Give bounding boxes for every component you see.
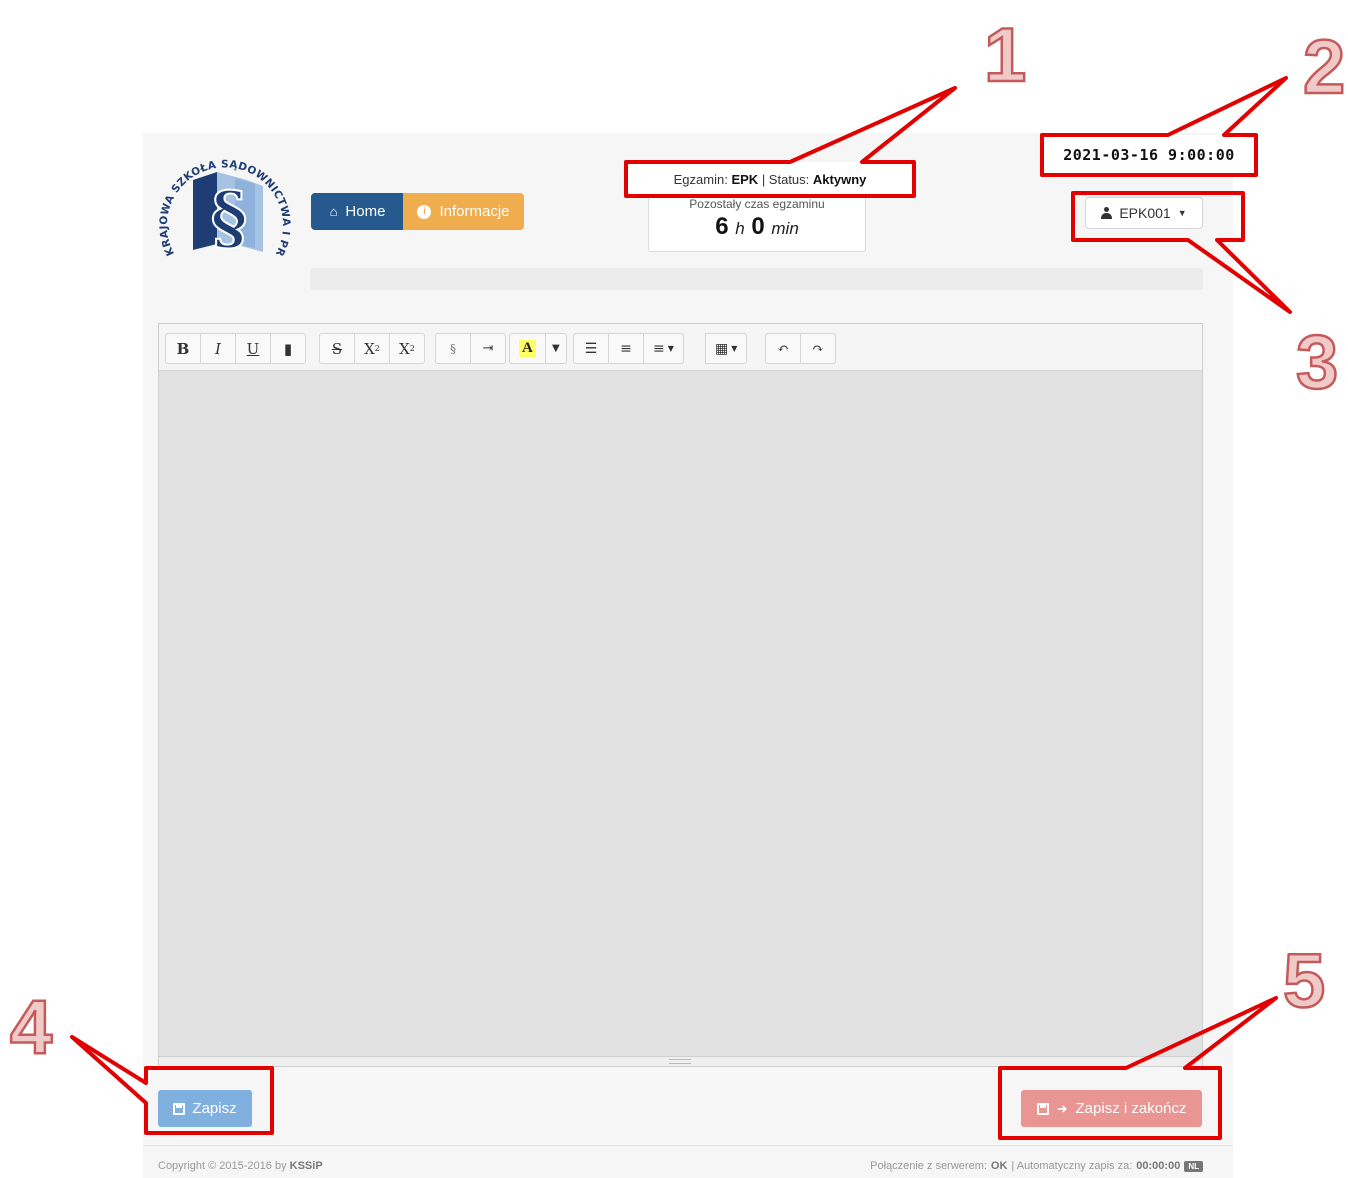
text-editor: B I U ▮ S X2 X2 § ⇥ A ▼ ☰ ≡ ≡ ▼ ▦ ▼ ↶ ↷ <box>158 323 1203 1067</box>
table-button[interactable]: ▦ ▼ <box>705 333 748 364</box>
highlight-group: A ▼ <box>509 333 567 364</box>
exam-label: Egzamin: <box>673 171 728 187</box>
subscript-x: X <box>399 339 410 358</box>
user-name: EPK001 <box>1119 205 1171 221</box>
connection-status: OK <box>990 1160 1008 1172</box>
server-datetime: 2021-03-16 9:00:00 <box>1042 135 1256 175</box>
save-and-finish-label: Zapisz i zakończ <box>1075 1100 1187 1117</box>
annotation-number-1: 1 <box>983 13 1028 98</box>
home-button-label: Home <box>345 203 386 220</box>
numbered-list-button[interactable]: ≡ <box>608 333 644 364</box>
status-label: | Status: <box>761 171 810 187</box>
caret-down-icon: ▼ <box>731 344 738 353</box>
save-and-finish-button[interactable]: ➜ Zapisz i zakończ <box>1021 1090 1202 1127</box>
bullet-list-button[interactable]: ☰ <box>573 333 609 364</box>
copyright-text: Copyright © 2015-2016 by <box>158 1160 287 1172</box>
table-icon: ▦ <box>715 340 729 357</box>
script-group: S X2 X2 <box>319 333 425 364</box>
bullet-list-icon: ☰ <box>584 340 598 357</box>
timer-minutes: 0 <box>751 213 765 240</box>
caret-down-icon: ▼ <box>551 343 560 354</box>
redo-button[interactable]: ↷ <box>800 333 836 364</box>
highlight-button[interactable]: A <box>509 333 546 364</box>
highlight-dropdown-button[interactable]: ▼ <box>544 333 567 364</box>
user-menu-button[interactable]: EPK001 ▼ <box>1085 197 1203 229</box>
footer-connection-status: Połączenie z serwerem: OK | Automatyczny… <box>870 1160 1203 1172</box>
home-button[interactable]: ⌂ Home <box>311 193 404 230</box>
annotation-number-2: 2 <box>1302 25 1347 110</box>
screen: KRAJOWA SZKOŁA SĄDOWNICTWA I PROKURATURY… <box>0 0 1348 1178</box>
info-button-label: Informacje <box>439 203 510 220</box>
progress-bar <box>310 268 1203 290</box>
user-icon <box>1101 207 1113 219</box>
autosave-label: | Automatyczny zapis za: <box>1011 1160 1133 1172</box>
footer-copyright: Copyright © 2015-2016 by KSSiP <box>158 1160 323 1172</box>
caret-down-icon: ▼ <box>1177 208 1187 218</box>
paragraph-button[interactable]: § <box>435 333 471 364</box>
eraser-icon: ▮ <box>283 339 293 358</box>
timer-minutes-unit: min <box>771 219 799 238</box>
exam-status: Egzamin: EPK | Status: Aktywny <box>626 162 914 196</box>
copyright-owner: KSSiP <box>289 1160 323 1172</box>
italic-button[interactable]: I <box>200 333 236 364</box>
autosave-time: 00:00:00 <box>1136 1160 1181 1172</box>
info-button[interactable]: i Informacje <box>403 193 524 230</box>
kssip-logo: KRAJOWA SZKOŁA SĄDOWNICTWA I PROKURATURY… <box>155 140 292 260</box>
superscript-button[interactable]: X2 <box>354 333 390 364</box>
timer-label: Pozostały czas egzaminu <box>689 197 825 211</box>
underline-button[interactable]: U <box>235 333 271 364</box>
format-group: B I U ▮ <box>165 333 306 364</box>
align-icon: ≡ <box>653 340 665 357</box>
annotation-number-4: 4 <box>9 985 54 1070</box>
save-button-label: Zapisz <box>192 1100 237 1117</box>
numbered-list-icon: ≡ <box>620 340 632 357</box>
eraser-button[interactable]: ▮ <box>270 333 306 364</box>
timer-value: 6 h 0 min <box>649 213 865 241</box>
editor-content-area[interactable] <box>159 371 1202 1058</box>
status-value: Aktywny <box>812 171 867 187</box>
exam-name: EPK <box>731 171 759 187</box>
strikethrough-button[interactable]: S <box>319 333 355 364</box>
redo-icon: ↷ <box>812 340 824 357</box>
exam-timer: Pozostały czas egzaminu 6 h 0 min <box>648 188 866 252</box>
floppy-disk-icon <box>1036 1102 1049 1115</box>
floppy-disk-icon <box>173 1102 186 1115</box>
annotation-number-5: 5 <box>1282 939 1327 1024</box>
table-group: ▦ ▼ <box>705 333 748 364</box>
editor-toolbar: B I U ▮ S X2 X2 § ⇥ A ▼ ☰ ≡ ≡ ▼ ▦ ▼ ↶ ↷ <box>159 324 1202 371</box>
timer-hours-unit: h <box>735 219 745 238</box>
superscript-x: X <box>364 339 375 358</box>
timer-hours: 6 <box>715 213 729 240</box>
logo-paragraph-symbol: § <box>211 176 248 259</box>
bold-button[interactable]: B <box>165 333 201 364</box>
log-out-icon: ➜ <box>1056 1100 1068 1116</box>
annotation-number-3: 3 <box>1295 320 1340 405</box>
info-icon: i <box>417 204 432 219</box>
language-badge: NL <box>1184 1160 1203 1172</box>
align-button[interactable]: ≡ ▼ <box>643 333 684 364</box>
indent-button[interactable]: ⇥ <box>470 333 506 364</box>
subscript-button[interactable]: X2 <box>389 333 425 364</box>
undo-button[interactable]: ↶ <box>765 333 801 364</box>
connection-label: Połączenie z serwerem: <box>870 1160 987 1172</box>
undo-icon: ↶ <box>777 340 789 357</box>
resize-grip-icon <box>669 1059 691 1064</box>
list-group: ☰ ≡ ≡ ▼ <box>573 333 684 364</box>
caret-down-icon: ▼ <box>667 344 674 353</box>
save-button[interactable]: Zapisz <box>158 1090 252 1127</box>
editor-resize-handle[interactable] <box>159 1056 1202 1066</box>
indent-icon: ⇥ <box>482 341 494 356</box>
history-group: ↶ ↷ <box>765 333 836 364</box>
footer-divider <box>143 1145 1233 1146</box>
highlight-a: A <box>519 340 536 357</box>
home-icon: ⌂ <box>329 204 338 219</box>
paragraph-group: § ⇥ <box>435 333 506 364</box>
